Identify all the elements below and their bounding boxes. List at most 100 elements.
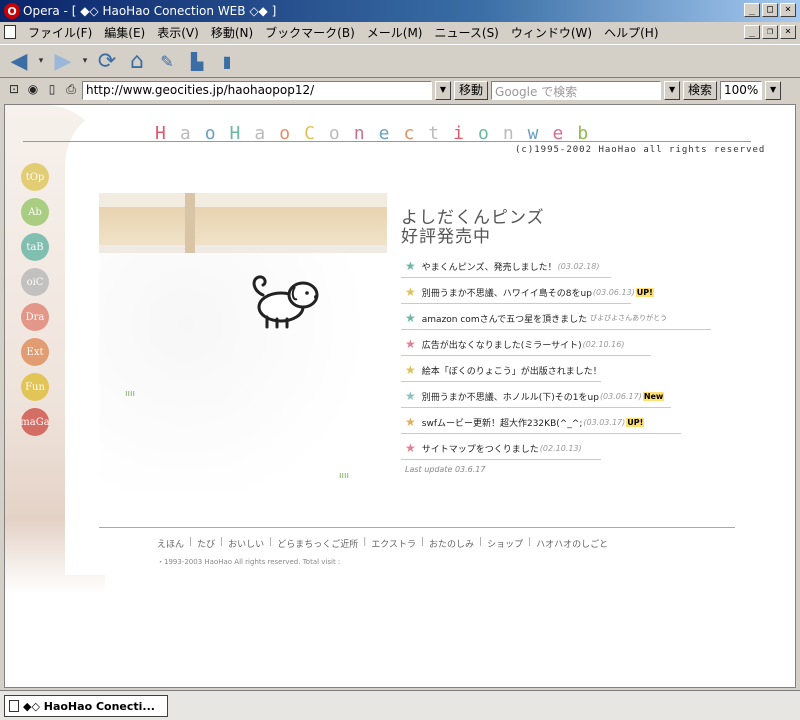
go-button[interactable]: 移動 [454,80,489,100]
grass-tuft: ıııı [339,471,350,481]
news-date: (02.10.13) [539,443,582,453]
opera-icon[interactable]: O [4,3,20,19]
footer-link[interactable]: ショップ [487,537,523,550]
search-engine-dropdown-icon[interactable]: ▼ [664,80,681,100]
nav-circle[interactable]: maGa [20,408,50,436]
news-underline [401,433,681,434]
minimize-button[interactable]: _ [744,3,760,17]
footer-rule [99,527,735,528]
back-arrow-icon[interactable]: ◀ [6,48,32,74]
nav-circle[interactable]: Ext [21,338,49,366]
footer-link[interactable]: たび [197,537,215,550]
news-date: (03.02.18) [557,261,600,271]
lock-icon[interactable]: ⊡ [6,82,22,98]
news-underline [401,303,631,304]
news-item[interactable]: ★ やまくんピンズ、発売しました！ (03.02.18) [401,253,731,279]
nav-circle[interactable]: oiC [21,268,49,296]
footer-separator: | [528,537,532,547]
menu-edit[interactable]: 編集(E) [98,24,151,41]
side-nav: tOp Ab taB oiC Dra Ext Fun maGa [20,163,50,436]
news-badge: UP! [635,287,654,297]
address-bar: ⊡ ◉ ▯ ⎙ http://www.geocities.jp/haohaopo… [0,78,800,102]
forward-arrow-icon[interactable]: ▶ [50,48,76,74]
mdi-restore-button[interactable]: ❐ [762,25,778,39]
star-icon: ★ [405,259,416,273]
news-underline [401,355,651,356]
grass-tuft: ıııı [125,389,136,399]
menu-bookmarks[interactable]: ブックマーク(B) [259,24,361,41]
dog-illustration: ıııı ıııı [99,193,387,493]
last-update: Last update 03.6.17 [405,465,486,474]
document-icon[interactable] [4,25,16,39]
menu-file[interactable]: ファイル(F) [22,24,98,41]
home-icon[interactable]: ⌂ [124,48,150,74]
print-icon[interactable]: ▙ [184,48,210,74]
footer-link[interactable]: エクストラ [371,537,416,550]
url-dropdown-icon[interactable]: ▼ [435,80,451,100]
bookmarks-icon[interactable]: ✎ [154,48,180,74]
illus-post [185,193,195,255]
news-date: (03.06.13) [592,287,635,297]
page-icon[interactable]: ▮ [214,48,240,74]
news-item[interactable]: ★ swfムービー更新！超大作232KB(^_^; (03.03.17) UP! [401,409,731,435]
back-history-dropdown-icon[interactable]: ▾ [36,48,46,74]
zoom-field[interactable]: 100% [720,80,763,100]
print-preview-icon[interactable]: ⎙ [63,82,79,98]
tab-title: ◆◇ HaoHao Conecti... [23,699,155,713]
nav-circle[interactable]: taB [21,233,49,261]
zoom-dropdown-icon[interactable]: ▼ [765,80,782,100]
footer-link[interactable]: えほん [157,537,184,550]
news-item[interactable]: ★ amazon comさんで五つ星を頂きました ぴよぴよさんありがとう [401,305,731,331]
news-text: 絵本「ぼくのりょこう」が出版されました！ [421,366,602,377]
star-icon: ★ [405,441,416,455]
nav-circle[interactable]: tOp [21,163,49,191]
news-text: やまくんピンズ、発売しました！ [421,262,557,273]
reload-icon[interactable]: ⟳ [94,48,120,74]
news-underline [401,459,601,460]
forward-history-dropdown-icon[interactable]: ▾ [80,48,90,74]
star-icon: ★ [405,415,416,429]
news-text: amazon comさんで五つ星を頂きました [421,314,588,325]
window-controls: _ □ × [744,3,796,17]
news-item[interactable]: ★ 別冊うまか不思議、ホノルル(下)その1をup (03.06.17) New [401,383,731,409]
tab-haohao[interactable]: ◆◇ HaoHao Conecti... [4,695,168,717]
toolbar: ◀ ▾ ▶ ▾ ⟳ ⌂ ✎ ▙ ▮ [0,44,800,78]
nav-circle[interactable]: Ab [21,198,49,226]
menu-news[interactable]: ニュース(S) [428,24,504,41]
dog-image [252,275,319,329]
footer-link[interactable]: おたのしみ [429,537,474,550]
search-input[interactable]: Google で検索 [491,80,662,100]
mdi-close-button[interactable]: × [780,25,796,39]
news-item[interactable]: ★ 絵本「ぼくのりょこう」が出版されました！ [401,357,731,383]
footer-copyright: ・1993-2003 HaoHao All rights reserved. T… [157,558,341,566]
news-date: (03.03.17) [583,417,626,427]
footer-separator: | [269,537,273,547]
camera-icon[interactable]: ◉ [25,82,41,98]
close-button[interactable]: × [780,3,796,17]
footer-link[interactable]: おいしい [228,537,264,550]
headline[interactable]: よしだくんピンズ 好評発売中 [401,209,545,247]
nav-circle[interactable]: Fun [21,373,49,401]
news-item[interactable]: ★ 別冊うまか不思議、ハワイイ島その8をup (03.06.13) UP! [401,279,731,305]
url-input[interactable]: http://www.geocities.jp/haohaopop12/ [82,80,432,100]
maximize-button[interactable]: □ [762,3,778,17]
footer-separator: | [220,537,224,547]
menu-view[interactable]: 表示(V) [151,24,205,41]
illus-fence-base [99,245,387,253]
star-icon: ★ [405,311,416,325]
menu-window[interactable]: ウィンドウ(W) [505,24,598,41]
mdi-minimize-button[interactable]: _ [744,25,760,39]
title-bar: O Opera - [ ◆◇ HaoHao Conection WEB ◇◆ ]… [0,0,800,22]
new-page-icon[interactable]: ▯ [44,82,60,98]
nav-circle[interactable]: Dra [21,303,49,331]
menu-navigate[interactable]: 移動(N) [205,24,259,41]
news-item[interactable]: ★ サイトマップをつくりました (02.10.13) [401,435,731,461]
search-button[interactable]: 検索 [683,80,718,100]
news-item[interactable]: ★ 広告が出なくなりました(ミラーサイト) (02.10.16) [401,331,731,357]
news-underline [401,381,601,382]
footer-link[interactable]: ハオハオのしごと [536,537,608,550]
menu-mail[interactable]: メール(M) [361,24,429,41]
menu-help[interactable]: ヘルプ(H) [598,24,664,41]
footer-link[interactable]: どらまちっくご近所 [277,537,358,550]
footer-nav: えほん | たび | おいしい | どらまちっくご近所 | エクストラ | おたのしみ | ショップ | ハ… [157,537,608,550]
